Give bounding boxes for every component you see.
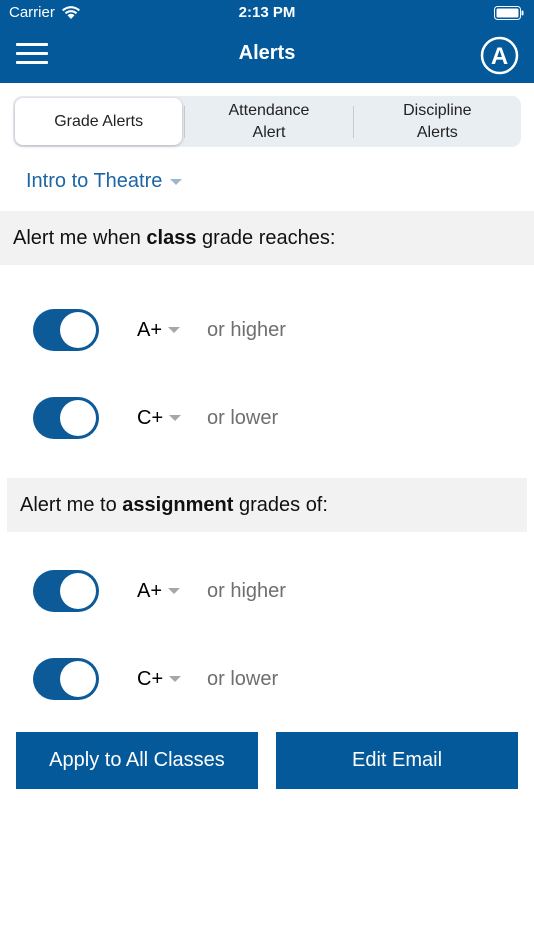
grade-value: A+ — [137, 318, 163, 341]
section-prefix: Alert me when — [13, 226, 147, 249]
condition-label: or lower — [207, 667, 279, 690]
edit-email-button[interactable]: Edit Email — [276, 732, 518, 789]
chevron-down-icon — [169, 415, 182, 421]
chevron-down-icon — [168, 588, 181, 594]
battery-icon — [494, 6, 524, 20]
section-prefix: Alert me to — [20, 493, 123, 516]
tab-discipline-alerts[interactable]: Discipline Alerts — [354, 96, 521, 147]
class-rule-row: A+ or higher — [33, 309, 513, 351]
section-bold-word: assignment — [122, 493, 234, 516]
class-selector-dropdown[interactable]: Intro to Theatre — [26, 170, 183, 193]
toggle-knob — [60, 661, 96, 697]
class-low-alert-toggle[interactable] — [33, 397, 99, 439]
class-grade-section-header: Alert me when class grade reaches: — [0, 211, 534, 265]
logo-letter: A — [491, 43, 508, 70]
condition-label: or higher — [207, 318, 286, 341]
class-low-grade-select[interactable]: C+ — [137, 407, 207, 430]
assignment-low-grade-select[interactable]: C+ — [137, 668, 207, 691]
class-selector-value: Intro to Theatre — [26, 170, 163, 192]
class-rule-row: C+ or lower — [33, 397, 513, 439]
assignment-high-alert-toggle[interactable] — [33, 570, 99, 612]
assignment-rule-row: C+ or lower — [33, 658, 513, 700]
chevron-down-icon — [169, 676, 182, 682]
toggle-knob — [60, 400, 96, 436]
status-time: 2:13 PM — [238, 4, 296, 21]
section-suffix: grade reaches: — [196, 226, 336, 249]
grade-value: C+ — [137, 667, 164, 690]
page-title: Alerts — [238, 42, 296, 64]
tab-label: Grade Alerts — [54, 112, 144, 130]
apply-to-all-classes-button[interactable]: Apply to All Classes — [16, 732, 258, 789]
tab-grade-alerts[interactable]: Grade Alerts — [15, 98, 183, 145]
alert-type-segmented-control: Grade Alerts Attendance Alert Discipline… — [13, 96, 521, 147]
tab-label: Discipline Alerts — [403, 101, 472, 141]
section-bold-word: class — [146, 226, 197, 249]
tab-attendance-alert[interactable]: Attendance Alert — [185, 96, 352, 147]
assignment-rule-row: A+ or higher — [33, 570, 513, 612]
chevron-down-icon — [168, 327, 181, 333]
grade-value: A+ — [137, 579, 163, 602]
class-high-grade-select[interactable]: A+ — [137, 319, 207, 342]
chevron-down-icon — [170, 178, 183, 185]
assignment-grade-section-header: Alert me to assignment grades of: — [7, 478, 527, 532]
grade-value: C+ — [137, 406, 164, 429]
assignment-high-grade-select[interactable]: A+ — [137, 580, 207, 603]
toggle-knob — [60, 312, 96, 348]
section-suffix: grades of: — [233, 493, 328, 516]
condition-label: or higher — [207, 579, 286, 602]
assignment-low-alert-toggle[interactable] — [33, 658, 99, 700]
navigation-header: Carrier 2:13 PM Alerts A — [0, 0, 534, 83]
condition-label: or lower — [207, 406, 279, 429]
toggle-knob — [60, 573, 96, 609]
app-logo-icon[interactable]: A — [480, 36, 519, 75]
class-high-alert-toggle[interactable] — [33, 309, 99, 351]
tab-label: Attendance Alert — [228, 101, 310, 141]
